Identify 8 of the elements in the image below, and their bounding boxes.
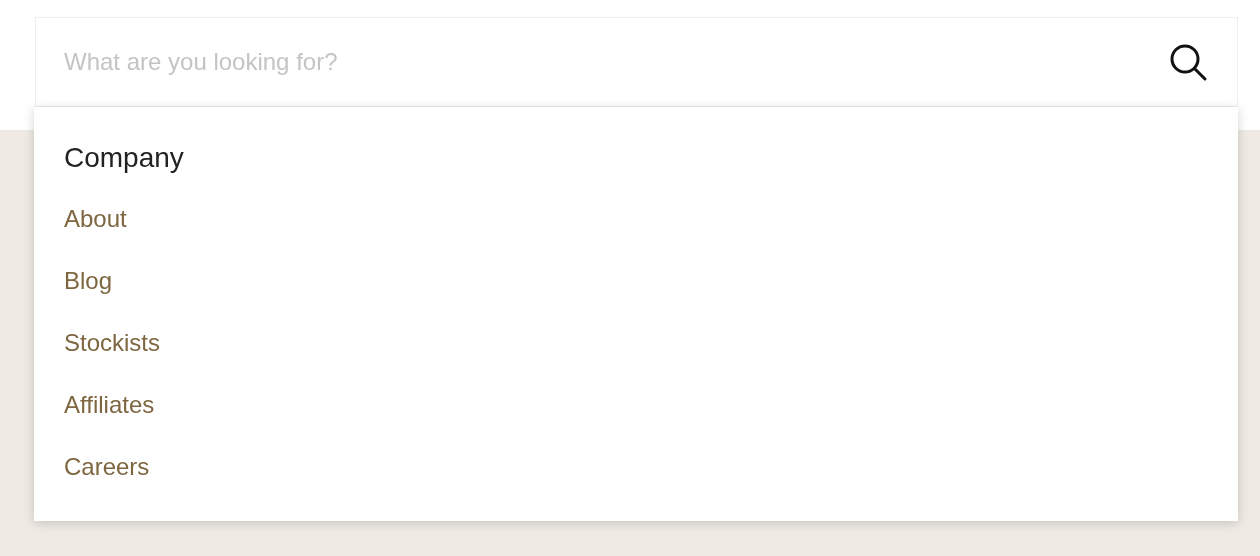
menu-link[interactable]: Blog — [64, 265, 113, 297]
section-heading: Company — [64, 141, 184, 175]
menu-link[interactable]: About — [64, 203, 127, 235]
menu-link[interactable]: Affiliates — [64, 389, 155, 421]
search-icon[interactable] — [1168, 42, 1208, 82]
search-field[interactable]: What are you looking for? — [35, 17, 1238, 107]
menu-link[interactable]: Careers — [64, 451, 150, 483]
menu-link[interactable]: Stockists — [64, 327, 161, 359]
